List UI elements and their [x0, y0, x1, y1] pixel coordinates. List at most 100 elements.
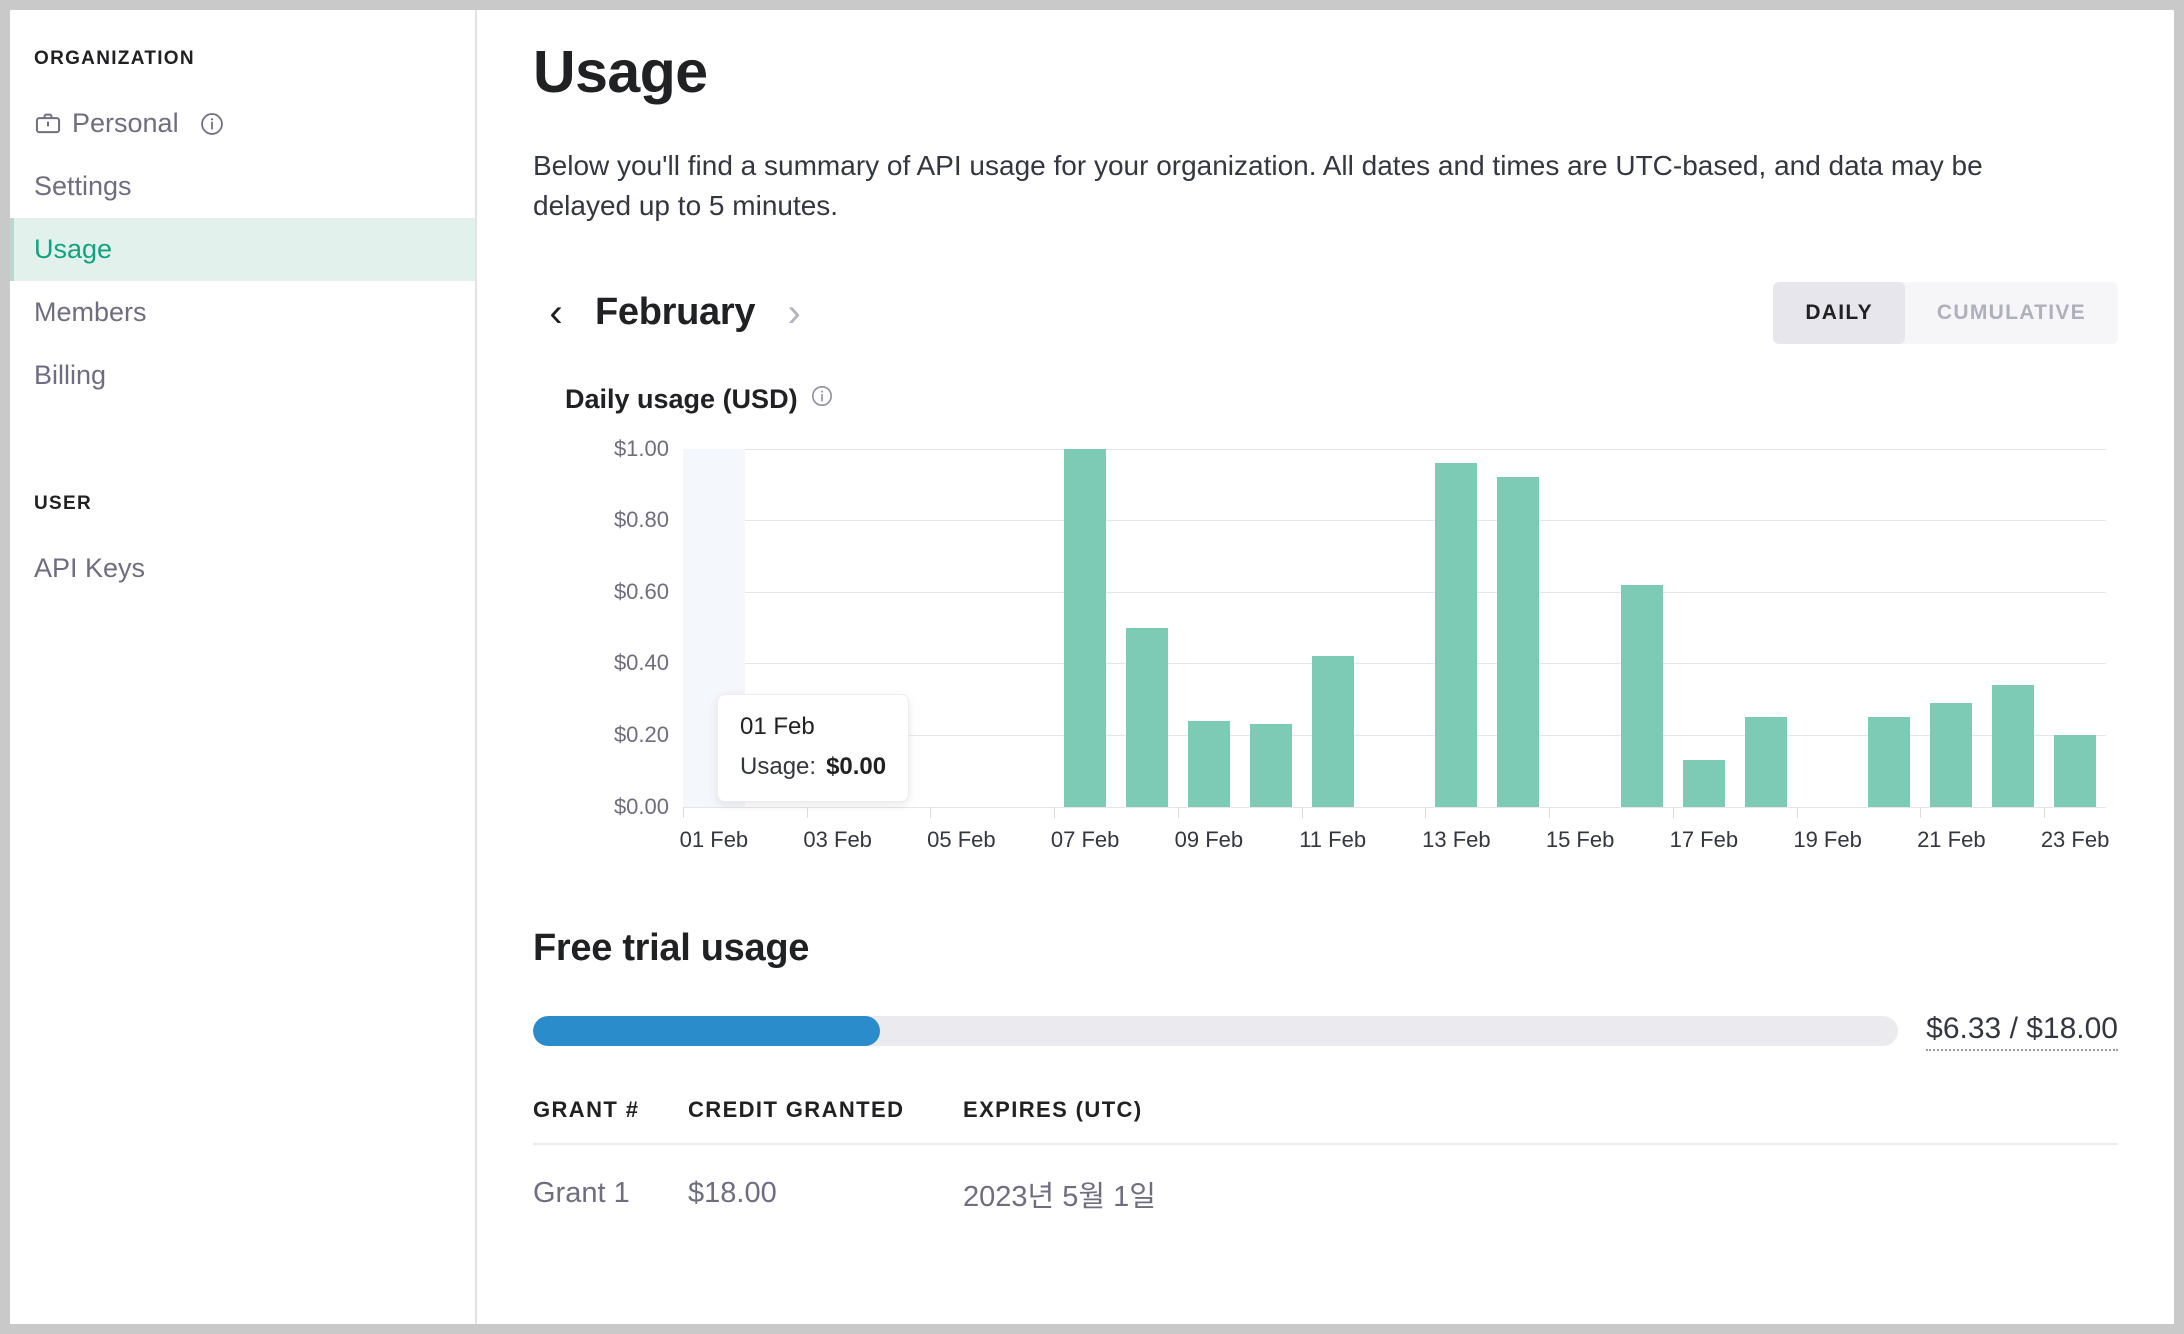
sidebar-item-settings[interactable]: Settings	[10, 155, 475, 218]
chart-bar[interactable]	[1620, 584, 1663, 807]
page-description: Below you'll find a summary of API usage…	[533, 150, 1983, 221]
free-trial-title: Free trial usage	[533, 926, 810, 969]
chart-y-axis-label: $0.80	[613, 507, 669, 533]
usage-chart-section: ‹ February › DAILY CUMULATIVE Daily usag…	[533, 278, 2118, 852]
sidebar-item-billing-label: Billing	[34, 360, 107, 390]
chevron-left-icon[interactable]: ‹	[533, 293, 579, 333]
chart-gridline	[683, 520, 2106, 522]
chart-y-axis-label: $0.40	[613, 650, 669, 676]
month-label: February	[595, 291, 756, 333]
chart-x-tick	[1054, 806, 1056, 818]
cell-credit-granted: $18.00	[688, 1177, 777, 1209]
free-trial-amount: $6.33 / $18.00	[1926, 1012, 2118, 1051]
chart-x-tick	[1796, 806, 1798, 818]
app-window: ORGANIZATION Personal Settings Usage Mem…	[10, 10, 2174, 1324]
chart-bar[interactable]	[1744, 717, 1787, 807]
chart-bar[interactable]	[1187, 720, 1230, 807]
tooltip-usage-label: Usage:	[740, 752, 817, 780]
chart-bar[interactable]	[1435, 462, 1478, 807]
chart-gridline	[683, 663, 2106, 665]
view-mode-toggle: DAILY CUMULATIVE	[1773, 281, 2118, 344]
tab-cumulative[interactable]: CUMULATIVE	[1904, 281, 2118, 344]
cell-grant-number: Grant 1	[533, 1177, 630, 1209]
chart-x-axis-label: 17 Feb	[1669, 826, 1739, 852]
chart-x-axis-label: 05 Feb	[927, 826, 996, 852]
chart-x-tick	[930, 806, 932, 818]
free-trial-progress-bar	[533, 1016, 1899, 1046]
main-content: Usage Below you'll find a summary of API…	[477, 10, 2174, 1324]
briefcase-icon	[34, 110, 62, 138]
chart-x-axis-label: 11 Feb	[1299, 826, 1367, 852]
column-header-expires: EXPIRES (UTC)	[963, 1096, 2118, 1145]
chart-y-axis-label: $0.60	[613, 578, 669, 604]
chart-x-tick	[806, 806, 808, 818]
chart-bar[interactable]	[1064, 448, 1107, 807]
chart-x-axis: 01 Feb 03 Feb 05 Feb 07 Feb 09 Feb 11 Feb 13 F…	[680, 806, 2109, 852]
sidebar-item-personal[interactable]: Personal	[10, 92, 475, 155]
sidebar-item-api-keys[interactable]: API Keys	[10, 537, 475, 600]
chart-x-tick	[683, 806, 684, 818]
chart-x-tick	[1301, 806, 1303, 818]
chart-x-axis-label: 13 Feb	[1422, 826, 1491, 852]
sidebar-item-billing[interactable]: Billing	[10, 344, 475, 407]
chart-bar[interactable]	[2054, 734, 2097, 807]
sidebar-item-members-label: Members	[34, 297, 147, 327]
chart-x-tick	[1672, 806, 1674, 818]
sidebar-item-usage[interactable]: Usage	[10, 218, 475, 281]
sidebar-item-personal-label: Personal	[72, 108, 179, 138]
chart-bar[interactable]	[1992, 684, 2035, 807]
chart-x-tick	[1549, 806, 1551, 818]
chart-bar[interactable]	[1930, 702, 1973, 807]
chart-bar[interactable]	[1682, 759, 1725, 807]
chart-x-axis-label: 09 Feb	[1174, 826, 1244, 852]
info-icon[interactable]	[199, 111, 225, 137]
sidebar-item-settings-label: Settings	[34, 171, 132, 201]
chart-y-axis-label: $1.00	[613, 435, 669, 461]
month-navigation: ‹ February › DAILY CUMULATIVE	[533, 278, 2118, 348]
chart-x-axis-label: 23 Feb	[2040, 826, 2110, 852]
chart-bar[interactable]	[1125, 627, 1169, 807]
page-title: Usage	[533, 39, 708, 105]
sidebar-section-user: USER	[34, 493, 92, 514]
chevron-right-icon[interactable]: ›	[771, 293, 817, 333]
chart-x-axis-label: 07 Feb	[1050, 826, 1120, 852]
chart-bar[interactable]	[1497, 477, 1540, 807]
tooltip-usage-row: Usage: $0.00	[740, 753, 886, 781]
tooltip-date: 01 Feb	[740, 712, 815, 740]
chart-bar[interactable]	[1868, 717, 1911, 807]
chart-title-row: Daily usage (USD)	[565, 384, 2118, 415]
daily-usage-bar-chart[interactable]: $0.00 $0.20 $0.40 $0.60 $0.80 $1.00 01 Feb 03 …	[565, 436, 2118, 852]
chart-x-tick	[1177, 806, 1179, 818]
chart-tooltip: 01 Feb Usage: $0.00	[717, 693, 910, 802]
sidebar-item-members[interactable]: Members	[10, 281, 475, 344]
chart-gridline	[683, 591, 2106, 593]
free-trial-progress-fill	[533, 1016, 880, 1046]
chart-x-axis-label: 15 Feb	[1545, 826, 1615, 852]
sidebar-section-organization: ORGANIZATION	[34, 48, 195, 69]
chart-x-tick	[1425, 806, 1427, 818]
column-header-credit-granted: CREDIT GRANTED	[688, 1096, 963, 1145]
chart-x-tick	[2044, 806, 2046, 818]
grants-table: GRANT # CREDIT GRANTED EXPIRES (UTC) Gra…	[533, 1096, 2118, 1215]
chart-y-axis-label: $0.00	[613, 793, 669, 819]
free-trial-usage-row: $6.33 / $18.00	[533, 1012, 2118, 1051]
chart-x-tick	[1920, 806, 1922, 818]
tooltip-usage-value: $0.00	[826, 752, 887, 780]
chart-title-label: Daily usage (USD)	[565, 383, 798, 414]
chart-x-axis-label: 19 Feb	[1793, 826, 1862, 852]
table-header-row: GRANT # CREDIT GRANTED EXPIRES (UTC)	[533, 1096, 2118, 1145]
info-icon[interactable]	[810, 384, 834, 415]
table-row: Grant 1 $18.00 2023년 5월 1일	[533, 1144, 2118, 1215]
chart-gridline	[683, 448, 2106, 450]
chart-y-axis-label: $0.20	[613, 721, 669, 747]
chart-bar[interactable]	[1311, 656, 1354, 807]
tab-daily[interactable]: DAILY	[1773, 281, 1905, 344]
sidebar: ORGANIZATION Personal Settings Usage Mem…	[10, 10, 477, 1324]
chart-bar[interactable]	[1249, 724, 1292, 807]
chart-x-axis-label: 03 Feb	[803, 826, 872, 852]
sidebar-item-usage-label: Usage	[34, 234, 113, 264]
chart-x-axis-label: 01 Feb	[679, 826, 749, 852]
sidebar-item-api-keys-label: API Keys	[34, 553, 146, 583]
cell-expires: 2023년 5월 1일	[963, 1180, 1156, 1213]
chart-x-axis-label: 21 Feb	[1917, 826, 1986, 852]
